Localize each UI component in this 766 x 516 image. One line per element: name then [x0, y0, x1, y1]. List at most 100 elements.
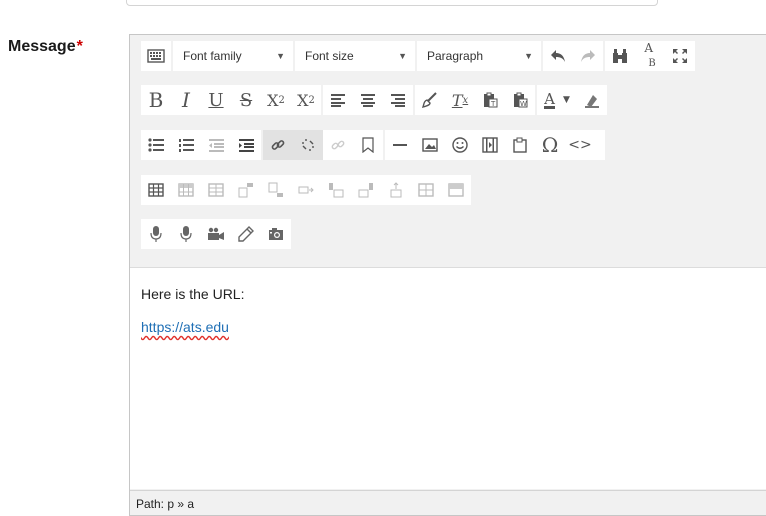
chevron-down-icon: ▼	[398, 51, 407, 61]
insert-col-after-button[interactable]	[351, 175, 381, 205]
undo-button[interactable]	[543, 41, 573, 71]
accessibility-keyboard-button[interactable]	[141, 41, 171, 71]
clear-format-icon: T	[451, 90, 463, 110]
editor-content-area[interactable]: Here is the URL: https://ats.edu	[130, 267, 766, 489]
italic-button[interactable]: I	[171, 85, 201, 115]
record-video-button[interactable]	[201, 219, 231, 249]
outdent-button[interactable]	[201, 130, 231, 160]
subscript-icon: X	[267, 90, 279, 110]
camera-icon	[269, 228, 283, 240]
align-center-button[interactable]	[353, 85, 383, 115]
link-icon	[271, 140, 285, 150]
block-format-select[interactable]: Paragraph ▼	[417, 41, 541, 71]
font-size-select[interactable]: Font size ▼	[295, 41, 415, 71]
numbered-list-button[interactable]	[171, 130, 201, 160]
find-button[interactable]	[605, 41, 635, 71]
cell-props-icon	[178, 183, 194, 197]
bullet-list-icon	[148, 138, 164, 152]
subscript-button[interactable]: X2	[261, 85, 291, 115]
merge-cells-icon	[448, 183, 464, 197]
text-color-icon: A	[544, 89, 555, 109]
background-color-button[interactable]	[577, 85, 607, 115]
underline-button[interactable]: U	[201, 85, 231, 115]
media-button[interactable]	[475, 130, 505, 160]
editor-statusbar-path: Path: p » a	[130, 490, 766, 515]
image-button[interactable]	[415, 130, 445, 160]
emoticon-button[interactable]	[445, 130, 475, 160]
merge-cells-button[interactable]	[441, 175, 471, 205]
pencil-icon	[238, 226, 254, 242]
paste-word-button[interactable]: W	[505, 85, 535, 115]
omega-icon: Ω	[541, 133, 559, 157]
draw-button[interactable]	[231, 219, 261, 249]
emoticon-icon	[452, 137, 468, 153]
insert-col-before-button[interactable]	[321, 175, 351, 205]
editor-toolbar: Font family ▼ Font size ▼ Paragraph ▼ AB B …	[130, 35, 766, 267]
numbered-list-icon	[179, 139, 194, 152]
take-photo-button[interactable]	[261, 219, 291, 249]
align-left-icon	[331, 94, 345, 107]
record-audio-alt-button[interactable]	[171, 219, 201, 249]
search-replace-button[interactable]: AB	[635, 41, 665, 71]
source-code-button[interactable]: <>	[565, 130, 595, 160]
unlink-button[interactable]	[293, 130, 323, 160]
clear-style-button[interactable]	[415, 85, 445, 115]
code-icon: <>	[568, 137, 592, 153]
insert-col-before-icon	[329, 183, 344, 198]
insert-row-before-button[interactable]	[231, 175, 261, 205]
subject-input[interactable]	[126, 0, 658, 6]
split-cells-button[interactable]	[411, 175, 441, 205]
insert-row-after-icon	[268, 182, 283, 197]
strikethrough-button[interactable]: S	[231, 85, 261, 115]
insert-col-after-icon	[358, 183, 373, 198]
manage-files-icon	[513, 137, 527, 153]
align-right-button[interactable]	[383, 85, 413, 115]
anchor-link-icon	[331, 140, 345, 150]
binoculars-icon	[613, 49, 627, 63]
background-color-icon	[585, 95, 599, 108]
horizontal-rule-button[interactable]	[385, 130, 415, 160]
delete-col-button[interactable]	[381, 175, 411, 205]
delete-row-button[interactable]	[291, 175, 321, 205]
horizontal-rule-icon	[393, 144, 407, 146]
bullet-list-button[interactable]	[141, 130, 171, 160]
toolbar-row-5	[141, 219, 293, 249]
table-button[interactable]	[141, 175, 171, 205]
bookmark-button[interactable]	[353, 130, 383, 160]
bookmark-icon	[362, 137, 374, 153]
toolbar-row-1: Font family ▼ Font size ▼ Paragraph ▼ AB	[141, 41, 697, 71]
toolbar-row-4	[141, 175, 473, 205]
link-button[interactable]	[263, 130, 293, 160]
image-icon	[422, 138, 438, 152]
clear-formatting-button[interactable]: Tx	[445, 85, 475, 115]
align-center-icon	[361, 94, 375, 107]
indent-button[interactable]	[231, 130, 261, 160]
brush-icon	[422, 92, 437, 108]
paste-text-button[interactable]: T	[475, 85, 505, 115]
manage-files-button[interactable]	[505, 130, 535, 160]
fullscreen-button[interactable]	[665, 41, 695, 71]
bold-button[interactable]: B	[141, 85, 171, 115]
fullscreen-icon	[673, 49, 687, 63]
outdent-icon	[209, 139, 224, 152]
content-link[interactable]: https://ats.edu	[141, 319, 229, 335]
microphone-icon	[180, 226, 192, 242]
delete-row-icon	[298, 186, 314, 194]
superscript-button[interactable]: X2	[291, 85, 321, 115]
toolbar-row-3: Ω <>	[141, 130, 607, 160]
anchor-link-button[interactable]	[323, 130, 353, 160]
record-audio-button[interactable]	[141, 219, 171, 249]
cell-props-button[interactable]	[171, 175, 201, 205]
redo-button[interactable]	[573, 41, 603, 71]
insert-row-after-button[interactable]	[261, 175, 291, 205]
row-props-button[interactable]	[201, 175, 231, 205]
align-right-icon	[391, 94, 405, 107]
align-left-button[interactable]	[323, 85, 353, 115]
toolbar-row-2: B I U S X2 X2 Tx T W A ▼	[141, 85, 609, 115]
text-color-button[interactable]: A ▼	[537, 85, 577, 115]
undo-icon	[551, 50, 565, 62]
chevron-down-icon: ▼	[562, 95, 570, 105]
svg-text:T: T	[490, 100, 496, 108]
special-character-button[interactable]: Ω	[535, 130, 565, 160]
font-family-select[interactable]: Font family ▼	[173, 41, 293, 71]
